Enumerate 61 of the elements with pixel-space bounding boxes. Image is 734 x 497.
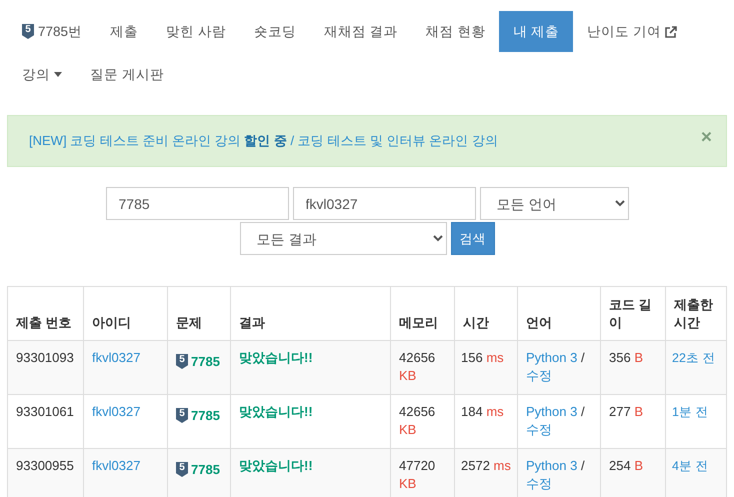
problem-id-field[interactable]: 7785	[106, 187, 288, 220]
result-text: 맞았습니다!!	[239, 404, 313, 419]
time-value: 184 ms	[461, 403, 505, 421]
nav-tab[interactable]: 질문 게시판	[76, 54, 178, 95]
user-link[interactable]: fkvl0327	[92, 458, 140, 473]
nav-tab-label: 질문 게시판	[90, 66, 164, 84]
language-select[interactable]: 모든 언어	[480, 187, 628, 220]
nav-tab-label: 맞힌 사람	[166, 22, 226, 40]
nav-tab[interactable]: 재채점 결과	[310, 11, 412, 52]
nav-tab[interactable]: 제출	[96, 11, 152, 52]
search-button[interactable]: 검색	[450, 222, 494, 255]
memory-value: 42656 KB	[399, 349, 436, 385]
memory-value: 47720 KB	[399, 457, 436, 493]
nav-tab-label: 내 제출	[513, 22, 560, 40]
nav-tab[interactable]: 맞힌 사람	[152, 11, 240, 52]
external-link-icon	[664, 26, 677, 38]
tier-badge: 5	[176, 462, 188, 477]
nav-tab-label: 강의	[22, 66, 50, 84]
edit-link[interactable]: 수정	[526, 476, 552, 491]
notice-link[interactable]: [NEW] 코딩 테스트 준비 온라인 강의 할인 중 / 코딩 테스트 및 인터뷰 온라인 강의	[29, 132, 498, 150]
time-value: 156 ms	[461, 349, 505, 367]
edit-link[interactable]: 수정	[526, 422, 552, 437]
submitted-time-link[interactable]: 4분 전	[672, 459, 708, 473]
memory-value: 42656 KB	[399, 403, 436, 439]
language-link[interactable]: Python 3	[526, 458, 578, 473]
submitted-time-link[interactable]: 22초 전	[672, 351, 716, 365]
code-length: 356 B	[609, 349, 644, 367]
result-text: 맞았습니다!!	[239, 458, 313, 473]
nav-tab[interactable]: 내 제출	[499, 11, 574, 52]
tier-badge: 5	[22, 24, 34, 39]
separator: /	[580, 350, 585, 365]
user-link[interactable]: fkvl0327	[92, 404, 140, 419]
language-link[interactable]: Python 3	[526, 350, 578, 365]
separator: /	[580, 458, 585, 473]
nav-tab[interactable]: 숏코딩	[240, 11, 310, 52]
submitted-time-link[interactable]: 1분 전	[672, 405, 708, 419]
code-length: 254 B	[609, 457, 644, 475]
problem-tab[interactable]: 5 7785번	[8, 11, 96, 52]
separator: /	[580, 404, 585, 419]
nav-tab-label: 재채점 결과	[324, 22, 398, 40]
user-id-field[interactable]: fkvl0327	[292, 187, 476, 220]
edit-link[interactable]: 수정	[526, 368, 552, 383]
user-link[interactable]: fkvl0327	[92, 350, 140, 365]
nav-tab-label: 숏코딩	[254, 22, 296, 40]
submission-id: 93300955	[8, 448, 84, 497]
code-length: 277 B	[609, 403, 644, 421]
nav-tab-label: 채점 현황	[426, 22, 486, 40]
column-header: 제출 번호	[8, 286, 84, 340]
caret-icon	[54, 72, 62, 77]
nav-tab[interactable]: 난이도 기여	[573, 11, 691, 52]
nav-tab-label: 제출	[110, 22, 138, 40]
nav-tab[interactable]: 강의	[8, 54, 76, 95]
language-link[interactable]: Python 3	[526, 404, 578, 419]
result-select[interactable]: 모든 결과	[240, 222, 446, 255]
problem-tab-label: 7785번	[38, 22, 82, 40]
nav-tab[interactable]: 채점 현황	[412, 11, 500, 52]
time-value: 2572 ms	[461, 457, 512, 475]
tier-badge: 5	[176, 354, 188, 369]
result-text: 맞았습니다!!	[239, 350, 313, 365]
nav-tab-label: 난이도 기여	[587, 22, 661, 40]
tier-badge: 5	[176, 408, 188, 423]
